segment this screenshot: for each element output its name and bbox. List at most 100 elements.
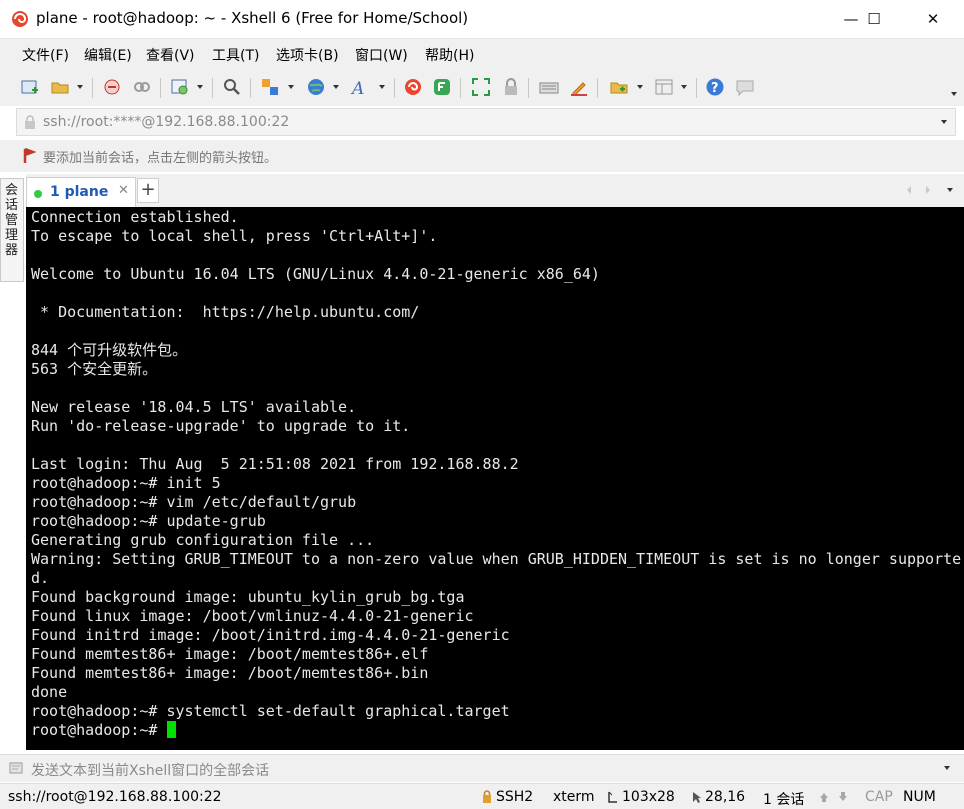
terminal-line: Found memtest86+ image: /boot/memtest86+… — [31, 645, 429, 663]
tab-close-icon[interactable]: ✕ — [118, 183, 129, 198]
address-dropdown-icon[interactable] — [941, 120, 947, 124]
cursor-position-icon — [693, 792, 701, 803]
terminal-prompt-line: root@hadoop:~# — [31, 721, 177, 740]
tab-list-dropdown-icon[interactable] — [947, 188, 953, 192]
terminal-line: To escape to local shell, press 'Ctrl+Al… — [31, 227, 438, 245]
chat-icon[interactable] — [735, 77, 755, 97]
toolbar-overflow-icon[interactable] — [951, 92, 957, 96]
menu-tabs[interactable]: 选项卡(B) — [276, 45, 339, 65]
hint-bar: 要添加当前会话，点击左侧的箭头按钮。 — [0, 140, 964, 172]
keyboard-icon[interactable] — [539, 77, 559, 97]
disconnect-icon[interactable] — [102, 77, 122, 97]
compose-dropdown-icon[interactable] — [637, 85, 643, 89]
terminal-line: Found initrd image: /boot/initrd.img-4.4… — [31, 626, 510, 644]
terminal-line: Connection established. — [31, 208, 239, 226]
globe-icon[interactable] — [306, 77, 326, 97]
send-target-dropdown-icon[interactable] — [944, 766, 950, 770]
terminal-line: Run 'do-release-upgrade' to upgrade to i… — [31, 417, 411, 435]
globe-dropdown-icon[interactable] — [333, 85, 339, 89]
new-session-icon[interactable] — [20, 77, 40, 97]
maximize-icon: ☐ — [867, 10, 881, 28]
compose-icon[interactable] — [609, 77, 629, 97]
svg-text:A: A — [350, 79, 364, 97]
close-icon: ✕ — [926, 10, 940, 28]
fullscreen-icon[interactable] — [471, 77, 491, 97]
terminal-line: 563 个安全更新。 — [31, 360, 158, 378]
properties-icon[interactable] — [170, 77, 190, 97]
xshell-icon[interactable] — [403, 77, 423, 97]
lock-icon[interactable] — [501, 77, 521, 97]
terminal-line: root@hadoop:~# vim /etc/default/grub — [31, 493, 357, 511]
menu-tools[interactable]: 工具(T) — [212, 45, 259, 65]
status-size: 103x28 — [622, 789, 675, 805]
terminal-line: Welcome to Ubuntu 16.04 LTS (GNU/Linux 4… — [31, 265, 600, 283]
tab-scroll-left-icon[interactable] — [902, 184, 916, 196]
transfer-icon[interactable] — [260, 77, 280, 97]
tab-scroll-right-icon[interactable] — [921, 184, 935, 196]
terminal-line: Generating grub configuration file ... — [31, 531, 375, 549]
title-bar: plane - root@hadoop: ~ - Xshell 6 (Free … — [0, 0, 964, 38]
menu-file[interactable]: 文件(F) — [22, 45, 69, 65]
terminal-line: * Documentation: https://help.ubuntu.com… — [31, 303, 420, 321]
terminal-line: Last login: Thu Aug 5 21:51:08 2021 from… — [31, 455, 519, 473]
toolbar-separator — [160, 78, 161, 98]
lock-small-icon — [25, 115, 35, 129]
address-bar[interactable]: ssh://root:****@192.168.88.100:22 — [16, 108, 956, 136]
scroll-up-icon[interactable] — [818, 791, 830, 803]
font-dropdown-icon[interactable] — [379, 85, 385, 89]
menu-edit[interactable]: 编辑(E) — [84, 45, 132, 65]
terminal-screen[interactable]: Connection established. To escape to loc… — [26, 207, 964, 750]
menu-bar: 文件(F) 编辑(E) 查看(V) 工具(T) 选项卡(B) 窗口(W) 帮助(… — [0, 38, 964, 69]
terminal-line: done — [31, 683, 68, 701]
toolbar-separator — [212, 78, 213, 98]
properties-dropdown-icon[interactable] — [197, 85, 203, 89]
terminal-line: Warning: Setting GRUB_TIMEOUT to a non-z… — [31, 550, 962, 568]
status-sessions: 1 会话 — [763, 792, 805, 808]
session-manager-tab[interactable]: 会话管理器 — [0, 178, 24, 282]
tab-label: 1 plane — [50, 184, 109, 200]
menu-view[interactable]: 查看(V) — [146, 45, 195, 65]
toolbar-separator — [528, 78, 529, 98]
close-button[interactable]: ✕ — [910, 0, 956, 38]
xftp-icon[interactable] — [432, 77, 452, 97]
status-num: NUM — [903, 789, 936, 805]
status-protocol: SSH2 — [496, 789, 534, 805]
find-icon[interactable] — [222, 77, 242, 97]
maximize-button[interactable]: ☐ — [851, 0, 897, 38]
open-folder-icon[interactable] — [50, 77, 70, 97]
layout-dropdown-icon[interactable] — [681, 85, 687, 89]
session-manager-label: 会话管理器 — [5, 183, 19, 258]
help-icon[interactable]: ? — [705, 77, 725, 97]
menu-help[interactable]: 帮助(H) — [425, 45, 474, 65]
tab-plane[interactable]: 1 plane ✕ — [26, 177, 136, 207]
open-dropdown-icon[interactable] — [77, 85, 83, 89]
terminal-line: 844 个可升级软件包。 — [31, 341, 188, 359]
terminal-line: Found memtest86+ image: /boot/memtest86+… — [31, 664, 429, 682]
send-text-bar[interactable]: 发送文本到当前Xshell窗口的全部会话 — [0, 754, 964, 782]
status-terminal-type: xterm — [553, 789, 595, 805]
tab-bar: 1 plane ✕ + — [26, 174, 964, 207]
toolbar: A ? — [0, 69, 964, 106]
menu-window[interactable]: 窗口(W) — [355, 45, 408, 65]
reconnect-icon[interactable] — [132, 77, 152, 97]
highlight-icon[interactable] — [569, 77, 589, 97]
toolbar-separator — [597, 78, 598, 98]
scroll-down-icon[interactable] — [837, 791, 849, 803]
toolbar-separator — [92, 78, 93, 98]
status-bar: ssh://root@192.168.88.100:22 SSH2 xterm … — [0, 783, 964, 809]
status-cap: CAP — [865, 789, 893, 805]
layout-icon[interactable] — [654, 77, 674, 97]
address-value: ssh://root:****@192.168.88.100:22 — [43, 114, 290, 130]
status-connection: ssh://root@192.168.88.100:22 — [8, 789, 222, 805]
new-tab-button[interactable]: + — [137, 178, 159, 203]
bookmark-arrow-icon[interactable] — [22, 147, 38, 165]
terminal-line: Found linux image: /boot/vmlinuz-4.4.0-2… — [31, 607, 474, 625]
toolbar-separator — [250, 78, 251, 98]
send-text-placeholder: 发送文本到当前Xshell窗口的全部会话 — [31, 763, 270, 779]
transfer-dropdown-icon[interactable] — [288, 85, 294, 89]
send-text-icon — [9, 762, 23, 774]
toolbar-separator — [394, 78, 395, 98]
font-icon[interactable]: A — [350, 77, 370, 97]
connected-status-icon — [34, 190, 42, 198]
status-cursor-position: 28,16 — [705, 789, 746, 805]
